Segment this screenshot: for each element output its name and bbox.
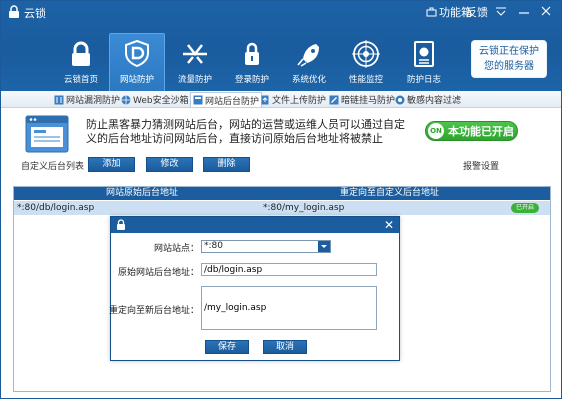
redirect-address-input[interactable]: /my_login.asp: [201, 286, 377, 330]
nav-item-system-optimize[interactable]: 系统优化: [281, 35, 337, 91]
nav-item-performance-monitor[interactable]: 性能监控: [338, 35, 394, 91]
close-window-icon[interactable]: [538, 4, 554, 18]
protection-status-banner: 云锁正在保护 您的服务器: [471, 40, 547, 78]
alarm-settings-link[interactable]: 报警设置: [463, 159, 499, 172]
vulnerability-icon: [54, 95, 64, 104]
nav-item-website-protection[interactable]: 网站防护: [109, 33, 165, 91]
table-header: 网站原始后台地址 重定向至自定义后台地址: [14, 187, 550, 200]
nav-item-login-protection[interactable]: 登录防护: [224, 35, 280, 91]
status-badge: 已开启: [511, 203, 539, 213]
filter-icon: [395, 95, 405, 104]
add-button[interactable]: 添加: [88, 157, 135, 172]
promo-line-2: 您的服务器: [484, 61, 534, 72]
nav-label-performance-monitor: 性能监控: [348, 75, 383, 85]
custom-backend-list-label: 自定义后台列表: [21, 162, 85, 172]
file-upload-icon: [261, 95, 269, 104]
nav-item-home[interactable]: 云锁首页: [53, 35, 109, 91]
tab-label: 文件上传防护: [272, 96, 327, 106]
shield-icon: [125, 39, 149, 68]
feature-toggle[interactable]: ON 本功能已开启: [425, 121, 518, 141]
site-select[interactable]: *:80: [201, 240, 331, 253]
toggle-label: 本功能已开启: [448, 125, 514, 138]
dropdown-menu-icon[interactable]: [493, 4, 509, 18]
tab-hidden-link-protection[interactable]: 暗链挂马防护: [329, 92, 395, 107]
backend-icon: [193, 95, 203, 105]
tab-label: 网站后台防护: [205, 96, 260, 107]
nav-label-login-protection: 登录防护: [234, 75, 269, 85]
original-address-input[interactable]: [201, 263, 377, 276]
redirect-address-label: 重定向至新后台地址：: [108, 306, 199, 316]
toggle-knob: ON: [428, 123, 444, 139]
traffic-icon: [183, 44, 207, 64]
globe-icon: [121, 95, 131, 104]
delete-button[interactable]: 删除: [203, 157, 250, 172]
padlock-icon: [245, 42, 259, 65]
lock-icon: [72, 41, 90, 66]
cell-redirect: *:80/my_login.asp: [263, 203, 345, 213]
tab-web-sandbox[interactable]: Web安全沙箱: [121, 92, 189, 107]
cancel-button[interactable]: 取消: [263, 340, 307, 354]
tab-label: 敏感内容过滤: [407, 96, 462, 106]
app-logo-icon: [9, 5, 19, 18]
tab-label: 暗链挂马防护: [341, 96, 396, 106]
tab-label: 网站漏洞防护: [66, 96, 121, 106]
toolbox-icon: [426, 7, 437, 17]
top-header: 云锁 功能箱 反馈 云锁首页 网站防护 流量防护 登录防护 系统优化 性能监控 …: [1, 1, 561, 91]
edit-dialog: ✕ 网站站点： *:80 原始网站后台地址： 重定向至新后台地址： /my_lo…: [108, 216, 400, 361]
tab-label: Web安全沙箱: [133, 96, 189, 106]
app-title: 云锁: [24, 7, 46, 20]
nav-label-traffic-protection: 流量防护: [177, 75, 212, 85]
nav-item-protection-log[interactable]: 防护日志: [396, 35, 452, 91]
rocket-icon: [297, 44, 319, 67]
column-header-original: 网站原始后台地址: [106, 188, 179, 198]
nav-label-home: 云锁首页: [63, 75, 98, 85]
cell-original: *:80/db/login.asp: [17, 203, 95, 213]
nav-item-traffic-protection[interactable]: 流量防护: [167, 35, 223, 91]
feedback-button[interactable]: 反馈: [466, 4, 488, 20]
chevron-down-icon: [318, 241, 330, 252]
nav-label-system-optimize: 系统优化: [291, 75, 326, 85]
nav-label-website-protection: 网站防护: [119, 75, 154, 85]
app-logo-icon: [117, 219, 125, 230]
log-icon: [414, 41, 434, 67]
title-bar: 云锁 功能箱 反馈: [1, 1, 561, 23]
tab-upload-protection[interactable]: 文件上传防护: [260, 92, 326, 107]
column-header-redirect: 重定向至自定义后台地址: [340, 188, 440, 198]
save-button[interactable]: 保存: [205, 340, 249, 354]
app-window: 云锁 功能箱 反馈 云锁首页 网站防护 流量防护 登录防护 系统优化 性能监控 …: [0, 0, 562, 399]
tab-content-filter[interactable]: 敏感内容过滤: [395, 92, 461, 107]
link-icon: [329, 95, 339, 104]
dialog-title-bar: ✕: [111, 217, 399, 233]
main-nav: 云锁首页 网站防护 流量防护 登录防护 系统优化 性能监控 防护日志 云锁正在保…: [1, 23, 561, 91]
site-label: 网站站点：: [153, 244, 199, 254]
site-select-value: *:80: [204, 241, 223, 251]
tab-vulnerability-protection[interactable]: 网站漏洞防护: [54, 92, 120, 107]
dialog-close-icon[interactable]: ✕: [384, 218, 394, 232]
nav-label-protection-log: 防护日志: [406, 75, 441, 85]
feature-description: 防止黑客暴力猜测网站后台，网站的运营或运维人员可以通过自定义的后台地址访问网站后…: [86, 118, 405, 145]
edit-button[interactable]: 修改: [146, 157, 193, 172]
minimize-icon[interactable]: [516, 4, 532, 18]
website-backend-icon: [25, 115, 69, 153]
sub-tabs: 网站漏洞防护 Web安全沙箱 网站后台防护 文件上传防护 暗链挂马防护 敏感内容…: [1, 91, 561, 108]
radar-icon: [352, 40, 380, 68]
original-address-label: 原始网站后台地址：: [117, 268, 199, 278]
tab-backend-protection[interactable]: 网站后台防护: [190, 92, 263, 107]
promo-line-1: 云锁正在保护: [479, 46, 539, 57]
table-row[interactable]: *:80/db/login.asp *:80/my_login.asp 已开启: [14, 201, 550, 215]
